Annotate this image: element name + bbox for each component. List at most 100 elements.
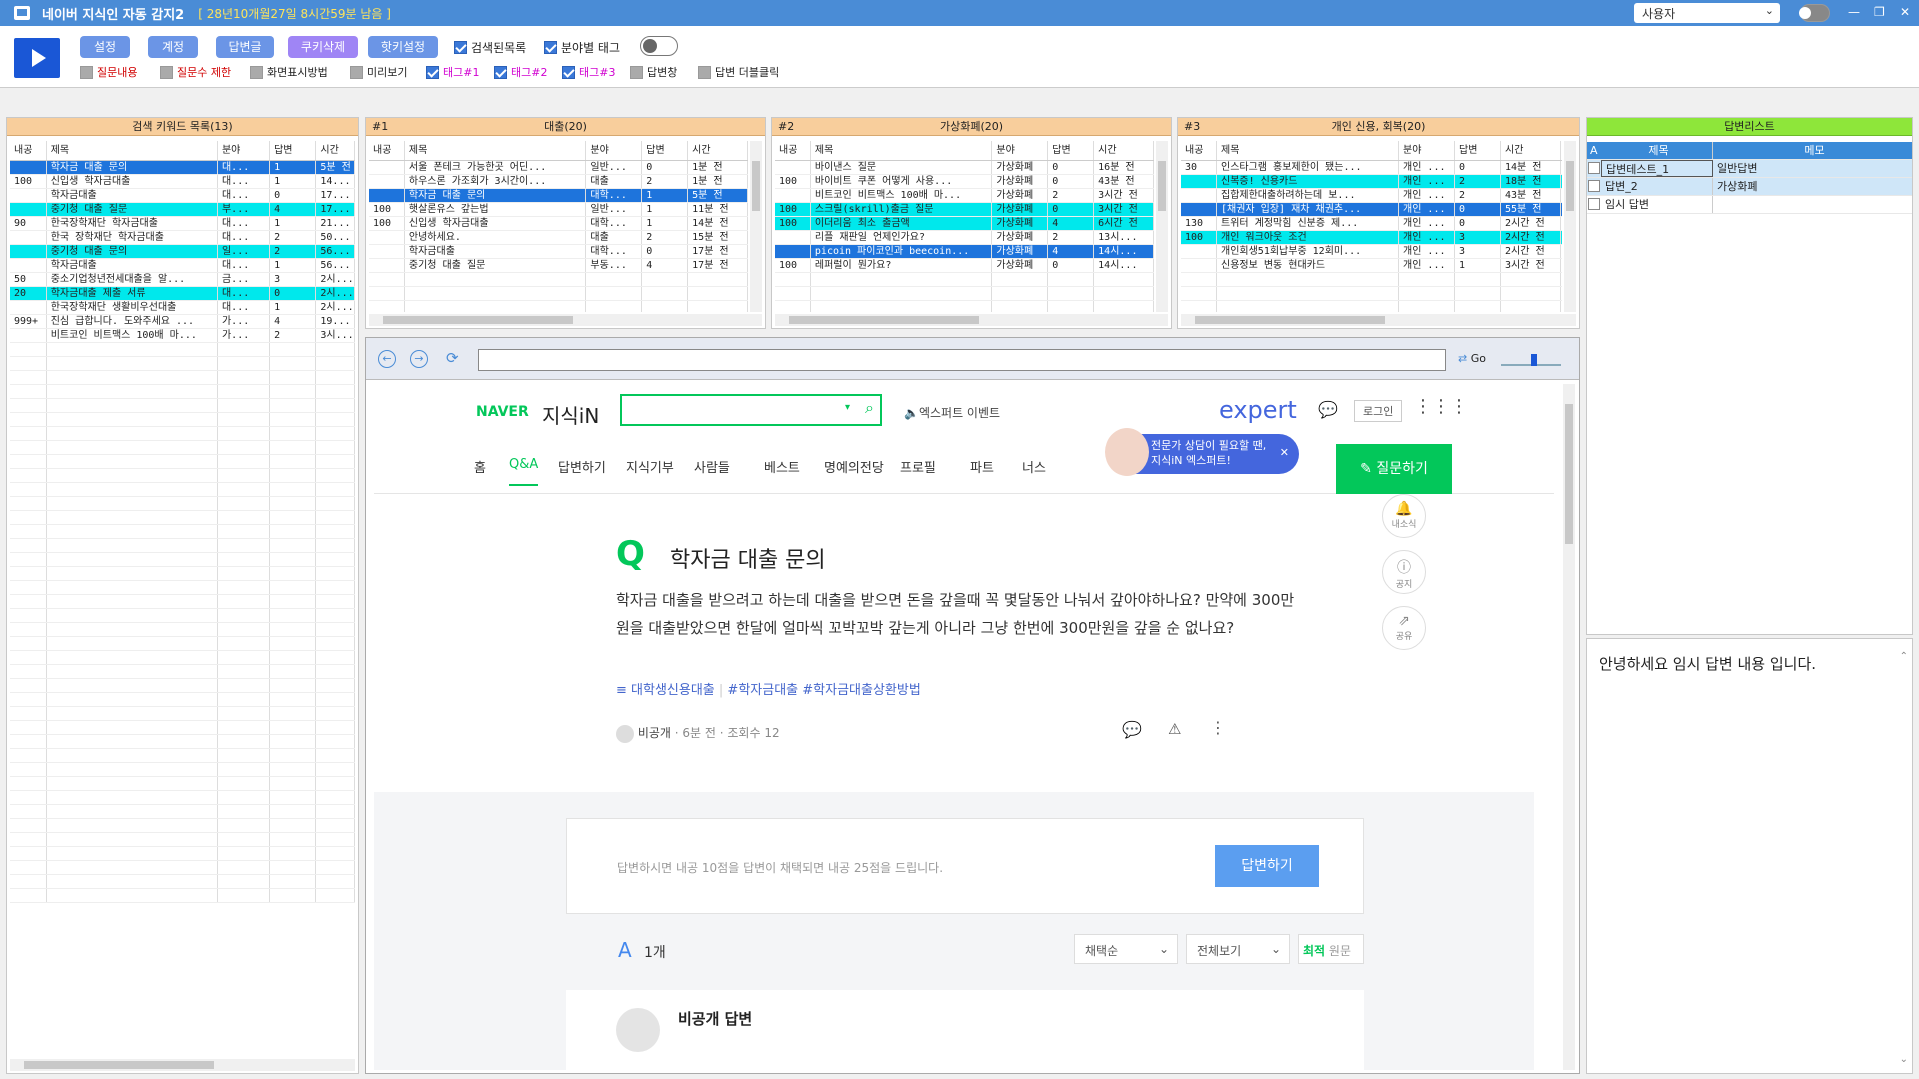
column-header[interactable]: 분야: [992, 141, 1049, 160]
column-header[interactable]: 답변: [1455, 141, 1501, 160]
back-icon[interactable]: ←: [378, 350, 396, 368]
table-row[interactable]: 한국장학재단 생활비우선대출 대... 1 2시...: [10, 301, 355, 315]
kin-tab[interactable]: Q&A: [509, 457, 539, 486]
checkbox[interactable]: [1588, 198, 1600, 210]
view-select[interactable]: 전체보기 ⌄: [1186, 934, 1290, 964]
kin-tab[interactable]: 명예의전당: [824, 457, 884, 476]
table-row[interactable]: 서울 폰테크 가능한곳 어딘... 일반... 0 1분 전: [369, 161, 748, 175]
close-icon[interactable]: ✕: [1280, 445, 1289, 460]
title-toggle[interactable]: [1799, 4, 1830, 22]
check-option[interactable]: 답변창: [630, 64, 677, 80]
forward-icon[interactable]: →: [410, 350, 428, 368]
check-option[interactable]: 태그#3: [562, 64, 615, 80]
zoom-slider[interactable]: [1501, 352, 1561, 366]
table-row[interactable]: 학자금대출 대... 0 17...: [10, 189, 355, 203]
tag-vscroll-3[interactable]: [1564, 141, 1576, 312]
go-button[interactable]: ⇄ Go: [1458, 352, 1486, 365]
tag-hscroll-1[interactable]: [369, 314, 762, 326]
refresh-icon[interactable]: ⟳: [446, 349, 459, 367]
kin-tab[interactable]: 홈: [474, 457, 486, 476]
answer-row[interactable]: 임시 답변: [1587, 196, 1912, 214]
table-row[interactable]: 학자금대출 대학... 0 17분 전: [369, 245, 748, 259]
column-header[interactable]: 답변: [1048, 141, 1095, 160]
check-searched-list[interactable]: 검색된목록: [454, 39, 526, 56]
user-select[interactable]: 사용자 ⌄: [1634, 3, 1780, 23]
kin-tab[interactable]: 프로필: [900, 457, 936, 476]
scroll-down-icon[interactable]: ⌄: [1900, 1054, 1908, 1065]
answer-row[interactable]: 답변_2 가상화폐: [1587, 178, 1912, 196]
dropdown-icon[interactable]: ▾: [845, 402, 850, 413]
check-option[interactable]: 답변 더블클릭: [698, 64, 779, 80]
table-row[interactable]: 100 신입생 학자금대출 대... 1 14...: [10, 175, 355, 189]
tag-table-1[interactable]: 내공 제목 분야 답변 시간 서울 폰테크 가능한곳 어딘... 일반... 0 1분 전 하우스…: [369, 141, 748, 312]
check-option[interactable]: 미리보기: [350, 64, 407, 80]
table-row[interactable]: 개인회생51회납부중 12회미... 개인 ... 3 2시간 전: [1181, 245, 1562, 259]
column-header[interactable]: 내공: [1181, 141, 1217, 160]
column-header[interactable]: 제목: [405, 141, 587, 160]
table-row[interactable]: 하우스론 가조회가 3시간이... 대출 2 1분 전: [369, 175, 748, 189]
table-row[interactable]: 20 학자금대출 제출 서류 대... 0 2시...: [10, 287, 355, 301]
column-header[interactable]: 내공: [775, 141, 811, 160]
tag-vscroll-2[interactable]: [1156, 141, 1168, 312]
table-row[interactable]: 90 한국장학재단 학자금대출 대... 1 21...: [10, 217, 355, 231]
check-option[interactable]: 태그#2: [494, 64, 547, 80]
table-row[interactable]: 학자금 대출 문의 대... 1 5분 전: [10, 161, 355, 175]
table-row[interactable]: 안녕하세요. 대출 2 15분 전: [369, 231, 748, 245]
table-row[interactable]: [채권자 입장] 재차 채권추... 개인 ... 0 55분 전: [1181, 203, 1562, 217]
filter-best[interactable]: 최적: [1303, 944, 1325, 958]
side-notification[interactable]: 🔔 내소식: [1382, 494, 1426, 538]
table-row[interactable]: 100 신입생 학자금대출 대학... 1 14분 전: [369, 217, 748, 231]
table-row[interactable]: 중기청 대출 질문 부동... 4 17분 전: [369, 259, 748, 273]
restore-icon[interactable]: ❐: [1874, 5, 1885, 19]
tag-table-3[interactable]: 내공 제목 분야 답변 시간 30 인스타그램 홍보제한이 됐는... 개인 ... 0 14분 …: [1181, 141, 1562, 312]
check-option[interactable]: 화면표시방법: [250, 64, 328, 80]
tag-link[interactable]: #학자금대출상환방법: [802, 683, 921, 698]
check-option[interactable]: 질문수 제한: [160, 64, 231, 80]
table-row[interactable]: 학자금대출 대... 1 56...: [10, 259, 355, 273]
column-header[interactable]: 답변: [270, 141, 317, 160]
report-icon[interactable]: ⚠: [1168, 720, 1181, 738]
table-row[interactable]: 비트코인 비트맥스 100배 마... 가상화폐 2 3시간 전: [775, 189, 1154, 203]
table-row[interactable]: 학자금 대출 문의 대학... 1 5분 전: [369, 189, 748, 203]
expert-event-link[interactable]: 🔈엑스퍼트 이벤트: [904, 404, 1000, 421]
table-row[interactable]: 집합제한대출하려하는데 보... 개인 ... 2 43분 전: [1181, 189, 1562, 203]
check-option[interactable]: 태그#1: [426, 64, 479, 80]
table-row[interactable]: 신복증! 신용카드 개인 ... 2 18분 전: [1181, 175, 1562, 189]
table-row[interactable]: 100 이더리움 최소 출금액 가상화폐 4 6시간 전: [775, 217, 1154, 231]
table-row[interactable]: 100 레퍼럴이 뭔가요? 가상화폐 0 14시...: [775, 259, 1154, 273]
column-header[interactable]: 제목: [47, 141, 218, 160]
column-header[interactable]: 분야: [218, 141, 271, 160]
table-row[interactable]: 신용정보 변동 현대카드 개인 ... 1 3시간 전: [1181, 259, 1562, 273]
column-header[interactable]: 시간: [688, 141, 748, 160]
table-row[interactable]: 130 트위터 계정막힘 신분증 제... 개인 ... 0 2시간 전: [1181, 217, 1562, 231]
table-row[interactable]: 리플 재판일 언제인가요? 가상화폐 2 13시...: [775, 231, 1154, 245]
kin-search-input[interactable]: ▾ ⌕: [620, 394, 882, 426]
table-row[interactable]: picoin 파이코인과 beecoin... 가상화폐 4 14시...: [775, 245, 1154, 259]
column-header[interactable]: 시간: [316, 141, 355, 160]
kin-tab[interactable]: 너스: [1022, 457, 1046, 476]
check-option[interactable]: 질문내용: [80, 64, 137, 80]
ask-question-button[interactable]: ✎ 질문하기: [1336, 444, 1452, 494]
side-share[interactable]: ⇗ 공유: [1382, 606, 1426, 650]
settings-button[interactable]: 설정: [80, 36, 130, 58]
answer-button[interactable]: 답변하기: [1215, 845, 1319, 887]
answer-preview-text[interactable]: 안녕하세요 임시 답변 내용 입니다.: [1599, 653, 1816, 674]
browser-vscroll[interactable]: [1563, 384, 1575, 1070]
account-button[interactable]: 계정: [148, 36, 198, 58]
table-row[interactable]: 중기청 대출 문의 일... 2 56...: [10, 245, 355, 259]
tag-hscroll-2[interactable]: [775, 314, 1168, 326]
filter-original[interactable]: 원문: [1329, 944, 1351, 958]
chat-icon[interactable]: 💬: [1318, 400, 1338, 419]
expert-logo[interactable]: expert: [1219, 396, 1297, 424]
checkbox[interactable]: [1588, 180, 1600, 192]
column-header[interactable]: 분야: [586, 141, 643, 160]
tag-link[interactable]: #학자금대출: [727, 683, 798, 698]
kin-tab[interactable]: 파트: [970, 457, 994, 476]
apps-grid-icon[interactable]: ⋮⋮⋮: [1414, 396, 1468, 417]
minimize-icon[interactable]: —: [1848, 5, 1860, 19]
column-header[interactable]: 내공: [10, 141, 47, 160]
close-icon[interactable]: ✕: [1900, 5, 1910, 19]
kin-tab[interactable]: 지식기부: [626, 457, 674, 476]
scroll-up-icon[interactable]: ⌃: [1900, 651, 1908, 662]
start-button[interactable]: [14, 38, 60, 78]
